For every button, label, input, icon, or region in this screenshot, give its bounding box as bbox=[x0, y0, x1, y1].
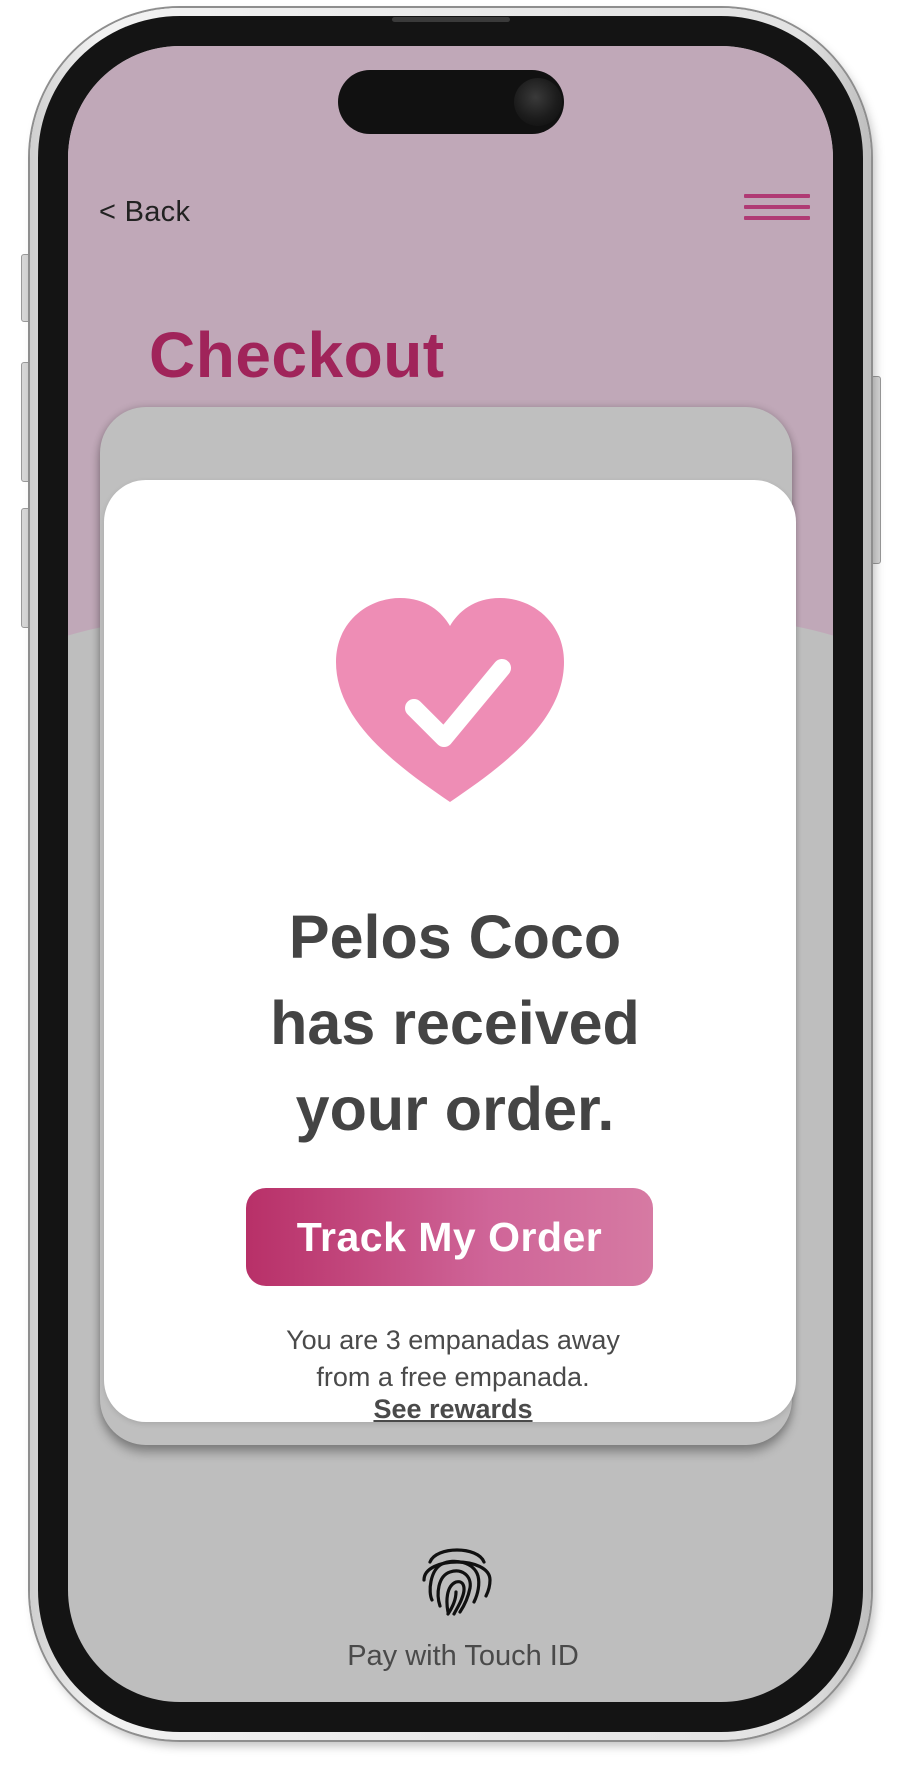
hamburger-menu-icon[interactable] bbox=[744, 194, 810, 228]
confirmation-line: your order. bbox=[295, 1075, 615, 1143]
speaker-slit bbox=[392, 17, 510, 22]
confirmation-line: Pelos Coco bbox=[288, 903, 622, 971]
confirmation-line: has received bbox=[270, 989, 640, 1057]
fingerprint-icon[interactable] bbox=[416, 1536, 498, 1616]
page-title: Checkout bbox=[149, 319, 445, 391]
see-rewards-link[interactable]: See rewards bbox=[218, 1394, 688, 1425]
heart-checkmark-icon bbox=[336, 598, 564, 802]
power-button bbox=[871, 376, 881, 564]
rewards-progress-text: You are 3 empanadas away from a free emp… bbox=[218, 1322, 688, 1396]
rewards-line: You are 3 empanadas away bbox=[286, 1325, 620, 1355]
rewards-line: from a free empanada. bbox=[316, 1362, 590, 1392]
touch-id-label: Pay with Touch ID bbox=[347, 1640, 579, 1672]
confirmation-message: Pelos Coco has received your order. bbox=[170, 894, 740, 1152]
back-button[interactable]: < Back bbox=[99, 196, 190, 229]
phone-screen: < Back Checkout Pelos Coco has received … bbox=[68, 46, 833, 1702]
track-order-button[interactable]: Track My Order bbox=[246, 1188, 653, 1286]
front-camera bbox=[514, 78, 562, 126]
